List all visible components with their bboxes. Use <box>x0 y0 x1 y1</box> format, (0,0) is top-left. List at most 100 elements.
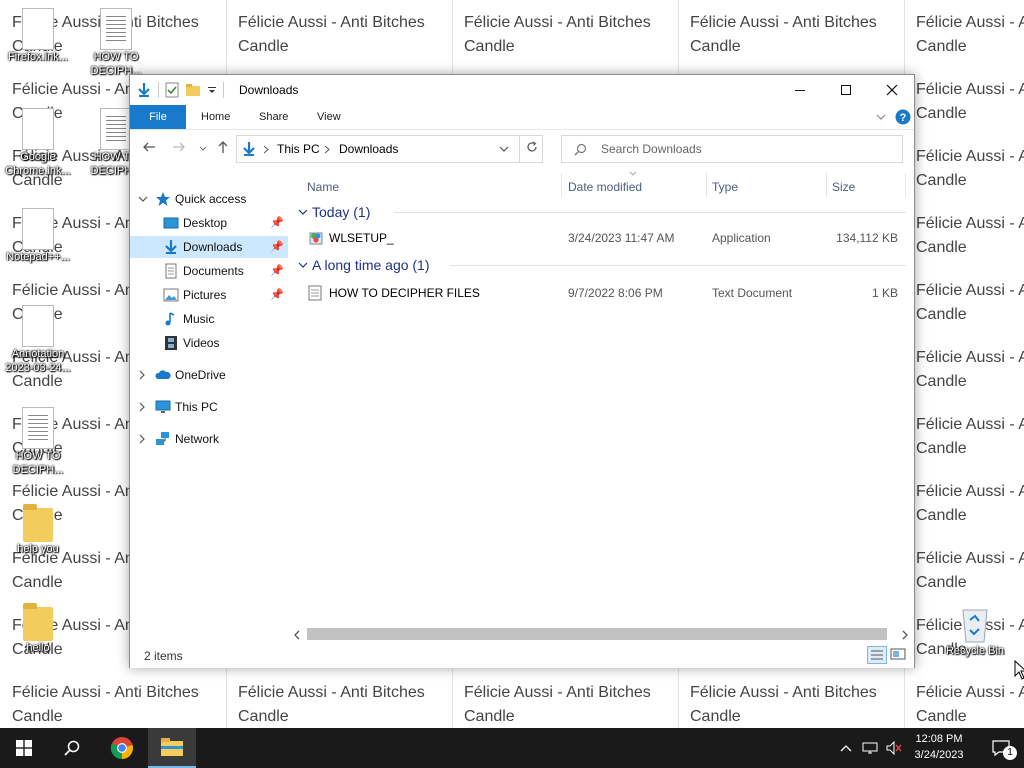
file-explorer-taskbar-button[interactable] <box>148 728 196 768</box>
breadcrumb-chevron-icon[interactable] <box>324 145 330 154</box>
nav-desktop[interactable]: Desktop 📌 <box>130 212 288 234</box>
up-arrow-icon <box>218 141 228 153</box>
pin-icon[interactable]: 📌 <box>270 260 284 282</box>
new-folder-icon[interactable] <box>185 83 201 97</box>
expand-ribbon-chevron-icon[interactable] <box>876 113 886 121</box>
title-bar[interactable]: Downloads <box>130 75 914 105</box>
tab-home[interactable]: Home <box>191 105 240 129</box>
desktop-icon-help-you-folder[interactable]: help you <box>0 504 76 556</box>
desktop-icon-google-chrome[interactable]: Google Chrome.lnk... <box>0 108 76 178</box>
nav-quick-access[interactable]: Quick access <box>130 188 288 210</box>
tab-view[interactable]: View <box>307 105 351 129</box>
tab-file[interactable]: File <box>130 105 186 129</box>
desktop-icon-how-to-decipher-1[interactable]: HOW TO DECIPH... <box>78 8 154 78</box>
show-hidden-icons-button[interactable] <box>836 728 856 768</box>
desktop-icon-label: help you <box>17 543 59 555</box>
nav-videos[interactable]: Videos <box>130 332 288 354</box>
column-header-date-modified[interactable]: Date modified <box>568 177 642 197</box>
pin-icon[interactable]: 📌 <box>270 212 284 234</box>
back-button[interactable] <box>140 140 158 158</box>
up-button[interactable] <box>214 140 232 158</box>
desktop-icon-recycle-bin[interactable]: Recycle Bin <box>937 604 1013 658</box>
tab-share[interactable]: Share <box>249 105 298 129</box>
address-bar[interactable]: This PC Downloads <box>236 135 543 163</box>
pictures-icon <box>163 288 179 302</box>
breadcrumb-chevron-icon[interactable] <box>263 145 269 154</box>
horizontal-scrollbar[interactable] <box>293 626 911 643</box>
item-count: 2 items <box>144 649 183 663</box>
pin-icon[interactable]: 📌 <box>270 284 284 306</box>
search-box[interactable]: Search Downloads <box>561 135 903 163</box>
large-icons-view-button[interactable] <box>890 647 908 663</box>
chevron-down-icon[interactable] <box>138 188 148 212</box>
mouse-cursor-icon <box>1014 660 1024 680</box>
pin-icon[interactable]: 📌 <box>270 236 284 258</box>
volume-button[interactable] <box>882 728 906 768</box>
column-divider[interactable] <box>561 173 562 197</box>
forward-button[interactable] <box>170 140 188 158</box>
nav-network[interactable]: Network <box>130 428 288 450</box>
desktop-icon-notepad-plus-plus[interactable]: Notepad++... <box>0 208 76 264</box>
close-button[interactable] <box>869 75 915 105</box>
file-size: 134,112 KB <box>836 231 898 245</box>
address-history-chevron-icon[interactable] <box>499 145 509 153</box>
action-center-button[interactable]: 1 <box>978 728 1024 768</box>
search-button[interactable] <box>48 728 96 768</box>
file-explorer-window[interactable]: Downloads File Home Share View ? This PC… <box>129 74 915 668</box>
nav-documents[interactable]: Documents 📌 <box>130 260 288 282</box>
chevron-right-icon[interactable] <box>138 364 146 389</box>
scrollbar-thumb[interactable] <box>307 628 887 640</box>
text-file-icon <box>100 108 132 150</box>
folder-icon <box>23 504 53 542</box>
group-header-today[interactable]: Today (1) <box>298 201 906 223</box>
nav-music[interactable]: Music <box>130 308 288 330</box>
nav-this-pc[interactable]: This PC <box>130 396 288 418</box>
desktop-icon-annotation[interactable]: Annotation 2023-03-24... <box>0 305 76 375</box>
text-document-icon <box>308 285 322 301</box>
help-icon[interactable]: ? <box>895 109 911 125</box>
desktop-icon-hello-folder[interactable]: hello <box>0 603 76 655</box>
desktop-icon-label: Firefox.lnk... <box>8 51 68 63</box>
group-header-long-time-ago[interactable]: A long time ago (1) <box>298 254 906 276</box>
chrome-icon <box>110 737 133 760</box>
chrome-taskbar-button[interactable] <box>98 728 146 768</box>
recent-locations-button[interactable] <box>194 140 212 158</box>
breadcrumb-downloads[interactable]: Downloads <box>339 142 398 156</box>
nav-pictures[interactable]: Pictures 📌 <box>130 284 288 306</box>
properties-icon[interactable] <box>165 82 179 98</box>
network-status-button[interactable] <box>858 728 882 768</box>
maximize-button[interactable] <box>823 75 869 105</box>
notification-count-badge: 1 <box>1003 746 1017 760</box>
refresh-button[interactable] <box>519 136 543 162</box>
column-divider[interactable] <box>826 173 827 197</box>
nav-downloads[interactable]: Downloads 📌 <box>130 236 288 258</box>
group-divider <box>450 265 906 266</box>
desktop-icon-firefox[interactable]: Firefox.lnk... <box>0 8 76 64</box>
file-list-pane[interactable]: Name Date modified Type Size Today (1) W… <box>289 169 915 644</box>
scroll-left-icon[interactable] <box>293 630 301 640</box>
start-button[interactable] <box>0 728 48 768</box>
system-clock[interactable]: 12:08 PM 3/24/2023 <box>906 731 972 763</box>
wallpaper-text-tile: Félicie Aussi - Anti Bitches Candle <box>238 14 425 55</box>
chevron-right-icon[interactable] <box>138 428 146 453</box>
customize-toolbar-chevron-icon[interactable] <box>207 85 217 95</box>
film-strip-icon <box>165 336 177 350</box>
desktop-icon-how-to-decipher-3[interactable]: HOW TO DECIPH... <box>0 407 76 477</box>
search-input[interactable]: Search Downloads <box>601 142 702 156</box>
details-view-button[interactable] <box>867 646 887 664</box>
group-header-long-time-ago[interactable] <box>298 332 906 354</box>
column-header-name[interactable]: Name <box>307 177 339 197</box>
close-icon <box>886 84 898 96</box>
breadcrumb-this-pc[interactable]: This PC <box>277 142 320 156</box>
file-row[interactable]: WLSETUP_ 3/24/2023 11:47 AM Application … <box>289 227 909 249</box>
column-header-size[interactable]: Size <box>832 177 855 197</box>
column-divider[interactable] <box>706 173 707 197</box>
file-row[interactable]: HOW TO DECIPHER FILES 9/7/2022 8:06 PM T… <box>289 282 909 304</box>
nav-onedrive[interactable]: OneDrive <box>130 364 288 386</box>
scroll-right-icon[interactable] <box>901 630 909 640</box>
minimize-button[interactable] <box>777 75 823 105</box>
minimize-icon <box>795 90 805 91</box>
column-header-type[interactable]: Type <box>712 177 738 197</box>
column-divider[interactable] <box>905 173 906 197</box>
chevron-right-icon[interactable] <box>138 396 146 421</box>
